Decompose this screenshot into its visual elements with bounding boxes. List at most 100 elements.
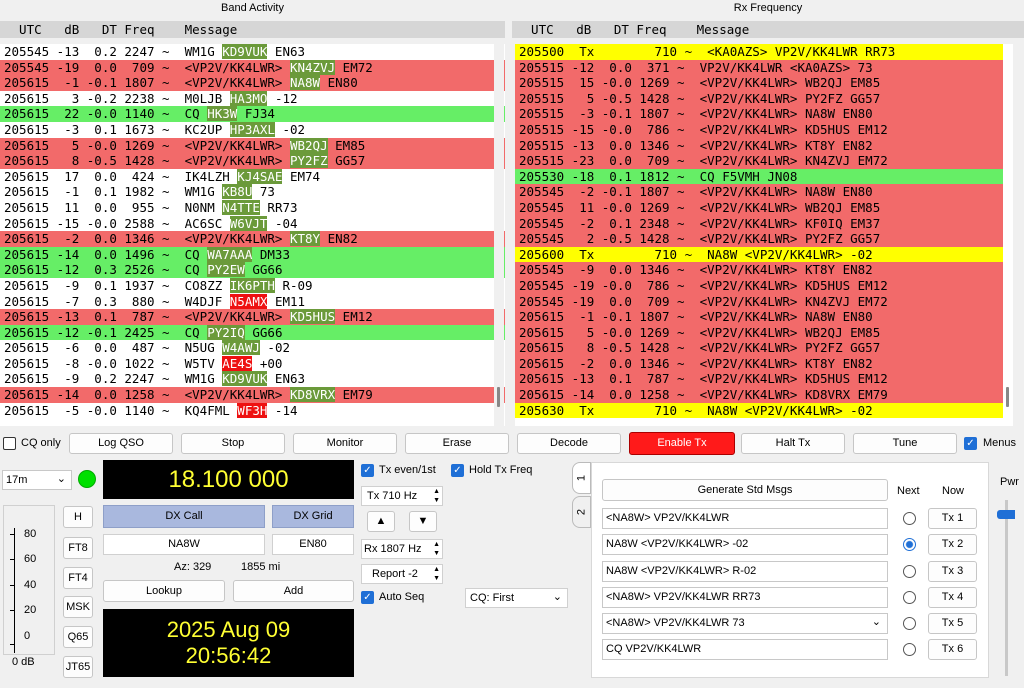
rx-frequency-row[interactable]: 205545 11 -0.0 1269 ~ <VP2V/KK4LWR> WB2Q… — [515, 199, 1012, 216]
cq-only-checkbox[interactable] — [3, 437, 16, 450]
band-activity-row[interactable]: 205615 -9 0.1 1937 ~ CO8ZZ IK6PTH R-09 — [0, 277, 505, 294]
decode-button[interactable]: Decode — [517, 433, 621, 454]
band-activity-row[interactable]: 205615 -12 0.3 2526 ~ CQ PY2EW GG66 — [0, 262, 505, 278]
band-activity-row[interactable]: 205615 -1 0.1 1982 ~ WM1G KB8U 73 — [0, 184, 505, 200]
spin-arrows-icon[interactable]: ▲ ▼ — [433, 565, 440, 583]
band-activity-row[interactable]: 205545 -13 0.2 2247 ~ WM1G KD9VUK EN63 — [0, 44, 505, 60]
rx-frequency-row[interactable]: 205615 8 -0.5 1428 ~ <VP2V/KK4LWR> PY2FZ… — [515, 340, 1012, 356]
add-button[interactable]: Add — [233, 580, 354, 602]
tx6-button[interactable]: Tx 6 — [928, 639, 977, 660]
dx-call-input[interactable]: NA8W — [103, 534, 265, 555]
halt-tx-button[interactable]: Halt Tx — [741, 433, 845, 454]
rx-frequency-row[interactable]: 205545 -19 0.0 709 ~ <VP2V/KK4LWR> KN4ZV… — [515, 293, 1012, 310]
rx-frequency-row[interactable]: 205545 -2 0.1 2348 ~ <VP2V/KK4LWR> KF0IQ… — [515, 215, 1012, 232]
dx-grid-input[interactable]: EN80 — [272, 534, 354, 555]
band-activity-row[interactable]: 205615 -2 0.0 1346 ~ <VP2V/KK4LWR> KT8Y … — [0, 231, 505, 247]
rx-frequency-row[interactable]: 205630 Tx 710 ~ NA8W <VP2V/KK4LWR> -02 — [515, 402, 1012, 419]
tx4-message-field[interactable]: <NA8W> VP2V/KK4LWR RR73 — [602, 587, 888, 608]
tx3-button[interactable]: Tx 3 — [928, 561, 977, 582]
power-slider-track[interactable] — [1005, 500, 1008, 676]
tx6-message-field[interactable]: CQ VP2V/KK4LWR — [602, 639, 888, 660]
rx-freq-spinbox[interactable]: Rx 1807 Hz ▲ ▼ — [361, 539, 443, 559]
rx-frequency-row[interactable]: 205515 -13 0.0 1346 ~ <VP2V/KK4LWR> KT8Y… — [515, 137, 1012, 154]
stop-button[interactable]: Stop — [181, 433, 285, 454]
lookup-button[interactable]: Lookup — [103, 580, 225, 602]
tx3-message-field[interactable]: NA8W <VP2V/KK4LWR> R-02 — [602, 561, 888, 582]
mode-button-ft8[interactable]: FT8 — [63, 537, 93, 559]
rx-frequency-row[interactable]: 205515 -15 -0.0 786 ~ <VP2V/KK4LWR> KD5H… — [515, 121, 1012, 138]
tx5-button[interactable]: Tx 5 — [928, 613, 977, 634]
power-slider-handle[interactable] — [997, 510, 1015, 519]
band-activity-scrollbar[interactable] — [494, 44, 504, 426]
generate-std-msgs-button[interactable]: Generate Std Msgs — [602, 479, 888, 501]
band-select[interactable]: 17m ⌄ — [2, 470, 72, 490]
band-activity-row[interactable]: 205615 -3 0.1 1673 ~ KC2UP HP3AXL -02 — [0, 121, 505, 138]
tx1-button[interactable]: Tx 1 — [928, 508, 977, 529]
tx4-button[interactable]: Tx 4 — [928, 587, 977, 608]
next-radio-4[interactable] — [903, 591, 916, 604]
band-activity-row[interactable]: 205615 -1 -0.1 1807 ~ <VP2V/KK4LWR> NA8W… — [0, 75, 505, 91]
monitor-button[interactable]: Monitor — [293, 433, 397, 454]
rx-frequency-row[interactable]: 205515 -12 0.0 371 ~ VP2V/KK4LWR <KA0AZS… — [515, 59, 1012, 76]
band-activity-row[interactable]: 205615 -6 0.0 487 ~ N5UG W4AWJ -02 — [0, 340, 505, 356]
next-radio-5[interactable] — [903, 617, 916, 630]
spin-arrows-icon[interactable]: ▲ ▼ — [433, 487, 440, 505]
menus-checkbox[interactable]: ✓ — [964, 437, 977, 450]
log-qso-button[interactable]: Log QSO — [69, 433, 173, 454]
rx-frequency-list[interactable]: 205500 Tx 710 ~ <KA0AZS> VP2V/KK4LWR RR7… — [515, 44, 1012, 426]
band-activity-row[interactable]: 205615 -13 0.1 787 ~ <VP2V/KK4LWR> KD5HU… — [0, 309, 505, 325]
mode-button-q65[interactable]: Q65 — [63, 626, 93, 648]
band-activity-row[interactable]: 205615 -14 0.0 1258 ~ <VP2V/KK4LWR> KD8V… — [0, 387, 505, 403]
rx-frequency-row[interactable]: 205545 -19 -0.0 786 ~ <VP2V/KK4LWR> KD5H… — [515, 277, 1012, 294]
tx5-message-select[interactable]: <NA8W> VP2V/KK4LWR 73 ⌄ — [602, 613, 888, 634]
rx-frequency-row[interactable]: 205530 -18 0.1 1812 ~ CQ F5VMH JN08 — [515, 168, 1012, 185]
next-radio-2[interactable] — [903, 538, 916, 551]
band-activity-row[interactable]: 205545 -19 0.0 709 ~ <VP2V/KK4LWR> KN4ZV… — [0, 59, 505, 76]
band-activity-row[interactable]: 205615 -12 -0.1 2425 ~ CQ PY2IQ GG66 — [0, 324, 505, 341]
cq-mode-select[interactable]: CQ: First ⌄ — [465, 588, 568, 608]
tx1-message-field[interactable]: <NA8W> VP2V/KK4LWR — [602, 508, 888, 529]
band-activity-row[interactable]: 205615 8 -0.5 1428 ~ <VP2V/KK4LWR> PY2FZ… — [0, 153, 505, 169]
scrollbar-thumb[interactable] — [497, 387, 500, 407]
band-activity-row[interactable]: 205615 5 -0.0 1269 ~ <VP2V/KK4LWR> WB2QJ… — [0, 137, 505, 154]
next-radio-6[interactable] — [903, 643, 916, 656]
mode-button-ft4[interactable]: FT4 — [63, 567, 93, 589]
rx-frequency-row[interactable]: 205615 -1 -0.1 1807 ~ <VP2V/KK4LWR> NA8W… — [515, 309, 1012, 325]
tune-button[interactable]: Tune — [853, 433, 957, 454]
tab-1[interactable]: 1 — [572, 462, 591, 494]
auto-seq-checkbox[interactable]: ✓ — [361, 591, 374, 604]
tab-2[interactable]: 2 — [572, 496, 591, 528]
rx-frequency-row[interactable]: 205545 2 -0.5 1428 ~ <VP2V/KK4LWR> PY2FZ… — [515, 231, 1012, 247]
hold-tx-freq-checkbox[interactable]: ✓ — [451, 464, 464, 477]
rx-frequency-row[interactable]: 205515 -23 0.0 709 ~ <VP2V/KK4LWR> KN4ZV… — [515, 153, 1012, 169]
band-activity-row[interactable]: 205615 3 -0.2 2238 ~ M0LJB HA3MO -12 — [0, 90, 505, 107]
tx-even-checkbox[interactable]: ✓ — [361, 464, 374, 477]
band-activity-list[interactable]: 205545 -13 0.2 2247 ~ WM1G KD9VUK EN63 20… — [0, 44, 505, 426]
rx-frequency-row[interactable]: 205600 Tx 710 ~ NA8W <VP2V/KK4LWR> -02 — [515, 246, 1012, 263]
spin-arrows-icon[interactable]: ▲ ▼ — [433, 540, 440, 558]
rx-frequency-row[interactable]: 205515 -3 -0.1 1807 ~ <VP2V/KK4LWR> NA8W… — [515, 106, 1012, 122]
rx-frequency-scrollbar[interactable] — [1003, 44, 1013, 426]
erase-button[interactable]: Erase — [405, 433, 509, 454]
enable-tx-button[interactable]: Enable Tx — [629, 432, 735, 455]
band-activity-row[interactable]: 205615 -5 -0.0 1140 ~ KQ4FML WF3H -14 — [0, 402, 505, 419]
band-activity-row[interactable]: 205615 -9 0.2 2247 ~ WM1G KD9VUK EN63 — [0, 371, 505, 388]
band-activity-row[interactable]: 205615 -8 -0.0 1022 ~ W5TV AE4S +00 — [0, 355, 505, 372]
rx-frequency-row[interactable]: 205500 Tx 710 ~ <KA0AZS> VP2V/KK4LWR RR7… — [515, 44, 1012, 60]
mode-button-jt65[interactable]: JT65 — [63, 656, 93, 678]
band-activity-row[interactable]: 205615 -14 0.0 1496 ~ CQ WA7AAA DM33 — [0, 246, 505, 263]
rx-frequency-row[interactable]: 205615 -14 0.0 1258 ~ <VP2V/KK4LWR> KD8V… — [515, 387, 1012, 403]
band-activity-row[interactable]: 205615 22 -0.0 1140 ~ CQ HK3W FJ34 — [0, 106, 505, 122]
tx2-message-field[interactable]: NA8W <VP2V/KK4LWR> -02 — [602, 534, 888, 555]
rx-frequency-row[interactable]: 205515 15 -0.0 1269 ~ <VP2V/KK4LWR> WB2Q… — [515, 75, 1012, 91]
freq-down-button[interactable]: ▼ — [409, 511, 437, 532]
band-activity-row[interactable]: 205615 -15 -0.0 2588 ~ AC6SC W6VJT -04 — [0, 215, 505, 232]
rx-frequency-row[interactable]: 205515 5 -0.5 1428 ~ <VP2V/KK4LWR> PY2FZ… — [515, 90, 1012, 107]
freq-up-button[interactable]: ▲ — [367, 511, 395, 532]
rx-frequency-row[interactable]: 205615 5 -0.0 1269 ~ <VP2V/KK4LWR> WB2QJ… — [515, 324, 1012, 341]
band-activity-row[interactable]: 205615 17 0.0 424 ~ IK4LZH KJ4SAE EM74 — [0, 168, 505, 185]
rx-frequency-row[interactable]: 205615 -2 0.0 1346 ~ <VP2V/KK4LWR> KT8Y … — [515, 355, 1012, 372]
rx-frequency-row[interactable]: 205545 -9 0.0 1346 ~ <VP2V/KK4LWR> KT8Y … — [515, 262, 1012, 278]
mode-button-msk[interactable]: MSK — [63, 596, 93, 618]
report-spinbox[interactable]: Report -2 ▲ ▼ — [361, 564, 443, 584]
